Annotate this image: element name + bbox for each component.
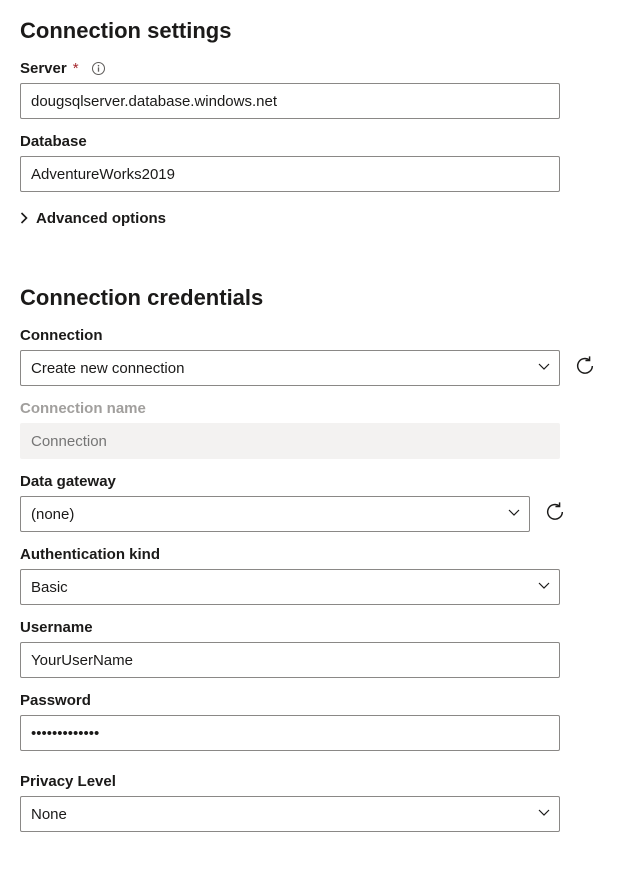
advanced-options-label: Advanced options (36, 210, 166, 227)
privacy-level-value: None (31, 806, 67, 823)
server-label: Server * (20, 60, 600, 77)
refresh-icon[interactable] (574, 355, 596, 382)
authentication-kind-value: Basic (31, 579, 68, 596)
info-icon[interactable] (91, 61, 106, 76)
chevron-right-icon (20, 211, 28, 227)
connection-select-value: Create new connection (31, 360, 184, 377)
connection-name-label: Connection name (20, 400, 600, 417)
server-input[interactable] (20, 83, 560, 119)
connection-name-input (20, 423, 560, 459)
chevron-down-icon (507, 505, 521, 523)
data-gateway-label: Data gateway (20, 473, 600, 490)
advanced-options-toggle[interactable]: Advanced options (20, 210, 600, 227)
chevron-down-icon (537, 805, 551, 823)
database-label: Database (20, 133, 600, 150)
connection-select[interactable]: Create new connection (20, 350, 560, 386)
username-input[interactable] (20, 642, 560, 678)
connection-settings-title: Connection settings (20, 18, 600, 44)
refresh-icon[interactable] (544, 501, 566, 528)
privacy-level-select[interactable]: None (20, 796, 560, 832)
privacy-level-label: Privacy Level (20, 773, 600, 790)
server-label-text: Server (20, 60, 67, 77)
data-gateway-value: (none) (31, 506, 74, 523)
password-label: Password (20, 692, 600, 709)
authentication-kind-select[interactable]: Basic (20, 569, 560, 605)
connection-credentials-title: Connection credentials (20, 285, 600, 311)
required-asterisk: * (73, 60, 79, 77)
chevron-down-icon (537, 359, 551, 377)
username-label: Username (20, 619, 600, 636)
password-input[interactable] (20, 715, 560, 751)
data-gateway-select[interactable]: (none) (20, 496, 530, 532)
chevron-down-icon (537, 578, 551, 596)
database-input[interactable] (20, 156, 560, 192)
connection-label: Connection (20, 327, 600, 344)
authentication-kind-label: Authentication kind (20, 546, 600, 563)
